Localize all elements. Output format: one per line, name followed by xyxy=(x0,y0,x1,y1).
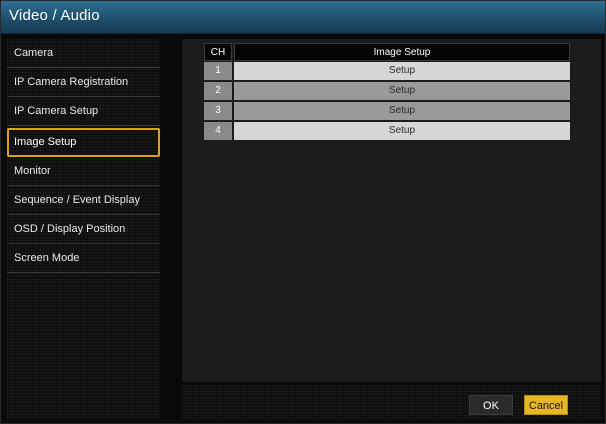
sidebar-item-ip-camera-registration[interactable]: IP Camera Registration xyxy=(7,68,160,97)
table-header-row: CH Image Setup xyxy=(204,43,570,61)
ok-button[interactable]: OK xyxy=(469,395,513,415)
sidebar-item-osd-display-position[interactable]: OSD / Display Position xyxy=(7,215,160,244)
image-setup-table: CH Image Setup 1 Setup 2 Setup 3 Setup 4… xyxy=(204,43,570,141)
sidebar-item-sequence-event-display[interactable]: Sequence / Event Display xyxy=(7,186,160,215)
table-row: 4 Setup xyxy=(204,122,570,141)
table-row: 1 Setup xyxy=(204,62,570,81)
settings-window: Video / Audio Camera IP Camera Registrat… xyxy=(0,0,606,424)
channel-number: 3 xyxy=(204,102,232,120)
sidebar-item-image-setup[interactable]: Image Setup xyxy=(7,128,160,157)
title-bar: Video / Audio xyxy=(1,1,605,34)
table-row: 3 Setup xyxy=(204,102,570,121)
setup-button-ch2[interactable]: Setup xyxy=(234,82,570,100)
setup-button-ch3[interactable]: Setup xyxy=(234,102,570,120)
window-title: Video / Audio xyxy=(9,7,100,24)
channel-number: 4 xyxy=(204,122,232,140)
sidebar-item-ip-camera-setup[interactable]: IP Camera Setup xyxy=(7,97,160,126)
sidebar: Camera IP Camera Registration IP Camera … xyxy=(7,39,160,419)
table-row: 2 Setup xyxy=(204,82,570,101)
column-header-ch: CH xyxy=(204,43,232,61)
sidebar-item-monitor[interactable]: Monitor xyxy=(7,157,160,186)
channel-number: 2 xyxy=(204,82,232,100)
column-header-image-setup: Image Setup xyxy=(234,43,570,61)
cancel-button[interactable]: Cancel xyxy=(524,395,568,415)
sidebar-item-screen-mode[interactable]: Screen Mode xyxy=(7,244,160,273)
setup-button-ch1[interactable]: Setup xyxy=(234,62,570,80)
sidebar-item-camera[interactable]: Camera xyxy=(7,39,160,68)
setup-button-ch4[interactable]: Setup xyxy=(234,122,570,140)
channel-number: 1 xyxy=(204,62,232,80)
